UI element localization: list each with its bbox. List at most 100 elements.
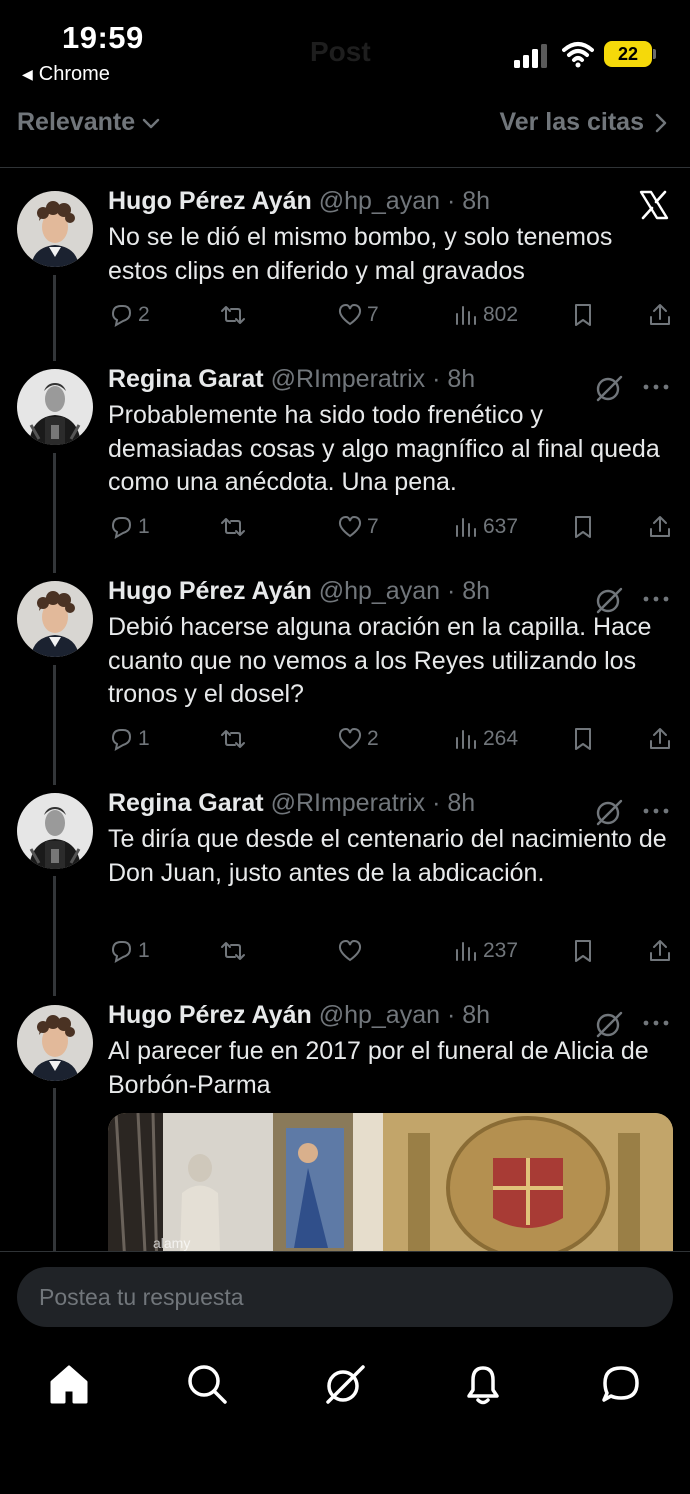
wifi-icon <box>562 42 594 68</box>
reply-button[interactable]: 2 <box>108 299 150 331</box>
like-icon <box>338 303 362 326</box>
tweet-actions: 1 7 637 <box>108 511 673 543</box>
bookmark-icon <box>575 728 591 750</box>
more-options-icon[interactable] <box>642 585 670 613</box>
views-button[interactable]: 802 <box>453 299 518 331</box>
reply-button[interactable]: 1 <box>108 723 150 755</box>
tweet-header: Hugo Pérez Ayán @hp_ayan · 8h <box>108 187 670 221</box>
author-handle[interactable]: @RImperatrix <box>271 365 426 393</box>
home-icon[interactable] <box>47 1362 91 1406</box>
reply-count: 2 <box>138 303 150 326</box>
avatar-regina-image <box>17 369 93 445</box>
bookmark-button[interactable] <box>570 299 596 331</box>
separator-dot: · <box>446 1001 456 1029</box>
views-count: 637 <box>483 515 519 538</box>
chapel-photo: alamy <box>108 1113 673 1251</box>
avatar-regina-image <box>17 793 93 869</box>
author-handle[interactable]: @hp_ayan <box>319 1001 440 1029</box>
notifications-icon[interactable] <box>461 1362 505 1406</box>
post-time: 8h <box>462 1001 491 1029</box>
reply-input[interactable]: Postea tu respuesta <box>17 1267 673 1327</box>
avatar[interactable] <box>17 191 93 267</box>
reply-tweet[interactable]: Regina Garat @RImperatrix · 8h Te diría … <box>0 771 690 983</box>
avatar[interactable] <box>17 581 93 657</box>
chevron-right-icon <box>655 113 667 132</box>
tweet-text: No se le dió el mismo bombo, y solo tene… <box>108 223 613 285</box>
chevron-down-icon <box>142 118 160 128</box>
avatar[interactable] <box>17 793 93 869</box>
author-handle[interactable]: @RImperatrix <box>271 789 426 817</box>
search-icon[interactable] <box>185 1362 229 1406</box>
author-name[interactable]: Regina Garat <box>108 365 264 393</box>
author-name[interactable]: Hugo Pérez Ayán <box>108 577 312 605</box>
views-button[interactable]: 264 <box>453 723 518 755</box>
more-options-icon[interactable] <box>642 373 670 401</box>
avatar[interactable] <box>17 369 93 445</box>
views-button[interactable]: 237 <box>453 935 518 967</box>
repost-button[interactable] <box>220 935 250 967</box>
tweet-media-image[interactable]: alamy <box>108 1113 673 1251</box>
reply-tweet[interactable]: Hugo Pérez Ayán @hp_ayan · 8h No se le d… <box>0 169 690 347</box>
views-button[interactable]: 637 <box>453 511 518 543</box>
share-button[interactable] <box>647 511 673 543</box>
reply-icon <box>111 729 132 751</box>
like-count: 7 <box>367 303 379 326</box>
repost-button[interactable] <box>220 299 250 331</box>
reply-icon <box>111 517 132 539</box>
reply-tweet[interactable]: Hugo Pérez Ayán @hp_ayan · 8h Debió hace… <box>0 559 690 771</box>
battery-level: 22 <box>604 41 652 67</box>
avatar[interactable] <box>17 1005 93 1081</box>
views-count: 237 <box>483 939 519 962</box>
more-options-icon[interactable] <box>642 797 670 825</box>
author-name[interactable]: Hugo Pérez Ayán <box>108 187 312 215</box>
messages-icon[interactable] <box>599 1362 643 1406</box>
repost-icon <box>221 518 245 536</box>
tab-bar <box>0 1362 690 1410</box>
share-button[interactable] <box>647 935 673 967</box>
bookmark-button[interactable] <box>570 723 596 755</box>
repost-button[interactable] <box>220 511 250 543</box>
share-button[interactable] <box>647 723 673 755</box>
post-time: 8h <box>447 789 476 817</box>
author-handle[interactable]: @hp_ayan <box>319 577 440 605</box>
back-app-label: Chrome <box>38 63 110 85</box>
reply-tweet[interactable]: Hugo Pérez Ayán @hp_ayan · 8h Al parecer… <box>0 983 690 1251</box>
tweet-header: Hugo Pérez Ayán @hp_ayan · 8h <box>108 1001 670 1035</box>
repost-icon <box>221 942 245 960</box>
grok-icon[interactable] <box>323 1362 367 1406</box>
tweet-text: Te diría que desde el centenario del nac… <box>108 825 667 887</box>
more-options-icon[interactable] <box>642 1009 670 1037</box>
views-icon <box>456 306 476 325</box>
reply-button[interactable]: 1 <box>108 935 150 967</box>
like-count: 2 <box>367 727 379 750</box>
like-button[interactable]: 7 <box>337 299 379 331</box>
reply-button[interactable]: 1 <box>108 511 150 543</box>
status-bar: 19:59 ◀ Chrome Post 22 <box>0 0 690 100</box>
back-to-app-link[interactable]: ◀ Chrome <box>22 63 110 86</box>
post-time: 8h <box>462 577 491 605</box>
bookmark-button[interactable] <box>570 511 596 543</box>
share-button[interactable] <box>647 299 673 331</box>
like-button[interactable]: 2 <box>337 723 379 755</box>
tweet-header: Regina Garat @RImperatrix · 8h <box>108 365 670 399</box>
like-button[interactable]: 7 <box>337 511 379 543</box>
separator-dot: · <box>446 577 456 605</box>
author-name[interactable]: Regina Garat <box>108 789 264 817</box>
view-quotes-link[interactable]: Ver las citas <box>499 108 668 137</box>
bookmark-button[interactable] <box>570 935 596 967</box>
bookmark-icon <box>575 304 591 326</box>
like-button[interactable] <box>337 935 367 967</box>
sort-label: Relevante <box>17 108 136 136</box>
reply-count: 1 <box>138 515 150 538</box>
author-name[interactable]: Hugo Pérez Ayán <box>108 1001 312 1029</box>
views-icon <box>456 730 476 749</box>
views-count: 802 <box>483 303 519 326</box>
tweet-actions: 1 2 264 <box>108 723 673 755</box>
author-handle[interactable]: @hp_ayan <box>319 187 440 215</box>
reply-tweet[interactable]: Regina Garat @RImperatrix · 8h Probablem… <box>0 347 690 559</box>
repost-button[interactable] <box>220 723 250 755</box>
avatar-hugo-image <box>17 581 93 657</box>
views-count: 264 <box>483 727 519 750</box>
sort-relevance-dropdown[interactable]: Relevante <box>17 108 161 137</box>
views-icon <box>456 942 476 961</box>
